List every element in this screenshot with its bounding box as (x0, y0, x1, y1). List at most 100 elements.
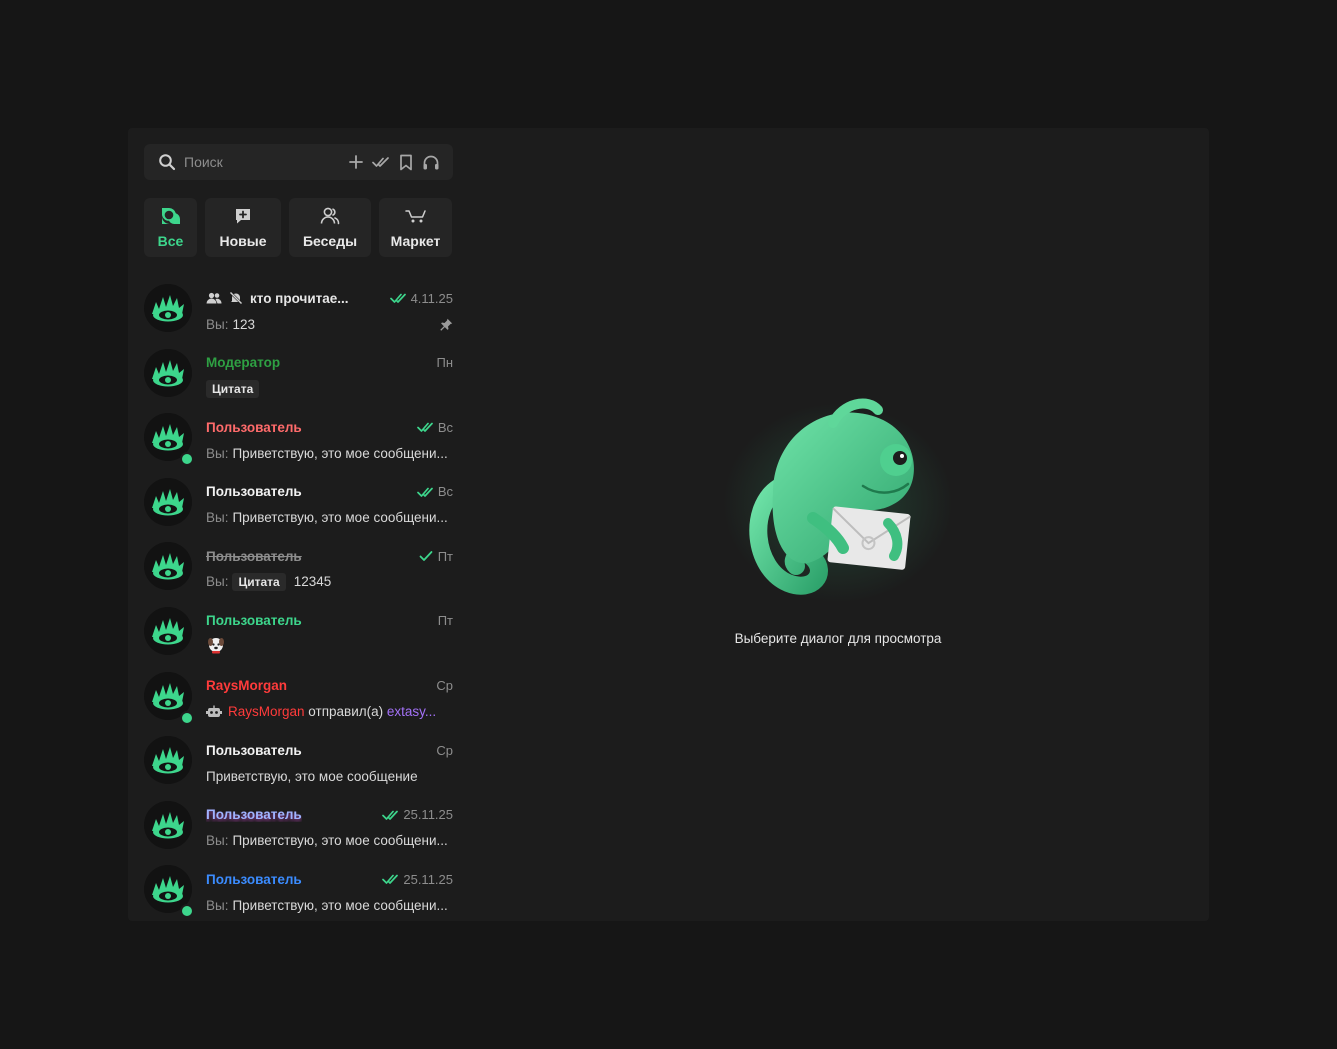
chat-name: Пользователь (206, 807, 302, 823)
chat-name: Пользователь (206, 871, 302, 887)
chat-meta: Пн (436, 355, 453, 370)
you-prefix: Вы: (206, 897, 229, 913)
you-prefix: Вы: (206, 833, 229, 849)
chat-name: Пользователь (206, 484, 302, 500)
chat-name: кто прочитае... (250, 290, 349, 306)
chat-preview-line: Вы: Приветствую, это мое сообщени... (206, 444, 453, 462)
you-prefix: Вы: (206, 316, 229, 332)
online-indicator (180, 904, 194, 919)
cart-icon (404, 206, 427, 226)
chat-preview: Вы: Цитата 12345 (206, 573, 331, 592)
read-checkmark-icon (416, 421, 438, 433)
chat-meta: 4.11.25 (389, 290, 453, 306)
preview-text: 123 (232, 316, 255, 332)
tab-label: Новые (219, 233, 267, 249)
empty-state-illustration (718, 398, 958, 613)
pin-icon (440, 318, 453, 331)
chat-time: Пн (436, 355, 453, 371)
chat-list-item[interactable]: Пользователь Вс Вы: Приветствую, это мое со… (144, 471, 453, 536)
chat-preview: Вы: 123 (206, 317, 255, 332)
bot-icon (206, 705, 222, 718)
chat-preview-line: Вы: 123 (206, 315, 453, 333)
bot-action: отправил(а) (308, 704, 384, 720)
chat-list-item[interactable]: Пользователь Пт Вы: Цитата 12345 (144, 535, 453, 600)
chat-meta: 25.11.25 (382, 872, 453, 887)
read-checkmark-icon (419, 550, 438, 562)
chat-list-item[interactable]: RaysMorgan Ср RaysMorgan отправил(а) extas… (144, 665, 453, 730)
chat-list-item[interactable]: Пользователь 25.11.25 Вы: Приветствую, это … (144, 794, 453, 859)
chat-meta: Вс (416, 484, 453, 499)
chat-preview-line: Вы: Приветствую, это мое сообщени... (206, 509, 453, 527)
chat-header-line: Пользователь Вс (206, 418, 453, 436)
chat-time: 4.11.25 (410, 290, 453, 306)
tab-all[interactable]: Все (144, 198, 197, 257)
read-checkmark-icon (389, 292, 411, 304)
tab-label: Маркет (390, 233, 441, 249)
chat-list-item[interactable]: кто прочитае... 4.11.25 Вы: 123 (144, 277, 453, 342)
online-indicator (180, 710, 194, 725)
chat-name: RaysMorgan (206, 678, 288, 694)
tab-new[interactable]: Новые (205, 198, 281, 257)
chat-preview-line: Вы: Приветствую, это мое сообщени... (206, 896, 453, 914)
read-checkmark-icon (416, 486, 438, 498)
chat-preview-line: Цитата (206, 379, 453, 398)
you-prefix: Вы: (206, 510, 229, 526)
chat-time: 25.11.25 (403, 807, 453, 823)
chat-preview-line (206, 638, 453, 656)
chat-name: Пользователь (206, 548, 302, 564)
tab-label: Все (157, 233, 184, 249)
chat-sidebar: Все Новые Беседы Маркет кто пр (144, 144, 453, 921)
chat-preview: Вы: Приветствую, это мое сообщени... (206, 446, 448, 461)
chat-list-item[interactable]: Пользователь Пт (144, 600, 453, 665)
support-headphones-icon[interactable] (419, 150, 443, 174)
chat-header-line: Пользователь Пт (206, 612, 453, 630)
preview-text: Приветствую, это мое сообщени... (232, 445, 448, 461)
chat-time: Пт (437, 613, 453, 629)
chat-list-item[interactable]: Пользователь 25.11.25 Вы: Приветствую, это … (144, 858, 453, 923)
avatar (144, 542, 192, 591)
chat-preview-line: Вы: Приветствую, это мое сообщени... (206, 832, 453, 850)
chat-preview: Приветствую, это мое сообщение (206, 769, 418, 784)
preview-text: Приветствую, это мое сообщени... (232, 897, 448, 913)
chat-name: Пользователь (206, 419, 302, 435)
chat-list-item[interactable]: Модератор Пн Цитата (144, 342, 453, 407)
chat-preview: RaysMorgan отправил(а) extasy... (206, 704, 436, 719)
search-input[interactable] (184, 154, 343, 170)
chat-list-item[interactable]: Пользователь Ср Приветствую, это мое сообщ… (144, 729, 453, 794)
chat-preview: Цитата (206, 379, 260, 398)
read-checkmark-icon (382, 873, 403, 885)
chat-header-line: Пользователь 25.11.25 (206, 870, 453, 888)
chat-header-line: кто прочитае... 4.11.25 (206, 289, 453, 307)
bookmark-icon[interactable] (394, 150, 418, 174)
chat-list-item[interactable]: Пользователь Вс Вы: Приветствую, это мое со… (144, 406, 453, 471)
chat-meta: 25.11.25 (382, 807, 453, 822)
bot-username: RaysMorgan (228, 704, 305, 720)
chat-meta: Ср (436, 743, 453, 758)
online-indicator (180, 452, 194, 467)
you-prefix: Вы: (206, 445, 229, 461)
chat-list: кто прочитае... 4.11.25 Вы: 123 Модератор Пн Ц… (144, 277, 453, 923)
chat-header-line: Пользователь 25.11.25 (206, 806, 453, 824)
tab-market[interactable]: Маркет (379, 198, 452, 257)
add-icon[interactable] (344, 150, 368, 174)
chat-preview (206, 636, 226, 657)
chat-header-line: Пользователь Вс (206, 483, 453, 501)
avatar (144, 800, 192, 849)
chat-time: 25.11.25 (403, 871, 453, 887)
chat-meta: Ср (436, 678, 453, 693)
chat-name: Пользователь (206, 742, 302, 758)
quote-badge: Цитата (206, 379, 260, 398)
tab-groups[interactable]: Беседы (289, 198, 371, 257)
avatar (144, 736, 192, 785)
chat-preview: Вы: Приветствую, это мое сообщени... (206, 833, 448, 848)
read-checkmark-icon (382, 809, 403, 821)
chat-meta: Пт (419, 549, 453, 564)
search-bar (144, 144, 453, 180)
chat-bubbles-icon (161, 206, 181, 226)
chat-preview: Вы: Приветствую, это мое сообщени... (206, 510, 448, 525)
mark-all-read-icon[interactable] (369, 150, 393, 174)
dog-sticker-icon (206, 636, 226, 654)
tab-label: Беседы (302, 233, 358, 249)
chat-time: Пт (437, 548, 453, 564)
chat-preview: Вы: Приветствую, это мое сообщени... (206, 898, 448, 913)
